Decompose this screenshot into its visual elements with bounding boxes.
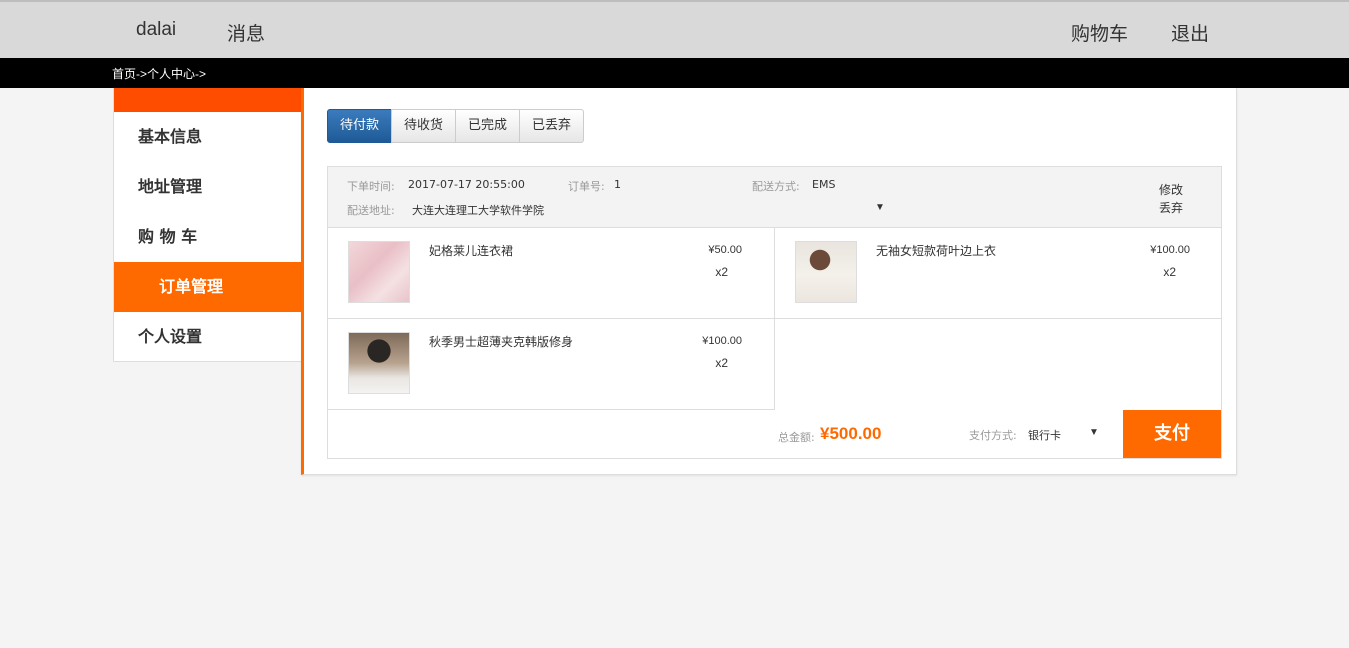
product-quantity: x2: [715, 356, 728, 370]
order-status-tabs: 待付款 待收货 已完成 已丢弃: [327, 109, 585, 143]
messages-link[interactable]: 消息: [227, 19, 265, 46]
shipping-address-value[interactable]: 大连大连理工大学软件学院: [412, 202, 544, 218]
payment-method-label: 支付方式:: [969, 429, 1017, 442]
product-name[interactable]: 无袖女短款荷叶边上衣: [876, 242, 996, 259]
breadcrumb-bar: 首页->个人中心->: [0, 58, 1349, 88]
order-panel: 待付款 待收货 已完成 已丢弃 下单时间: 2017-07-17 20:55:0…: [301, 88, 1237, 475]
order-card: 下单时间: 2017-07-17 20:55:00 订单号: 1 配送方式: E…: [327, 166, 1222, 459]
sidebar-item-address[interactable]: 地址管理: [114, 162, 301, 212]
product-quantity: x2: [1163, 265, 1176, 279]
address-dropdown-icon[interactable]: ▼: [875, 202, 885, 213]
product-price: ¥100.00: [1150, 244, 1190, 256]
shipping-method-value: EMS: [812, 178, 836, 191]
product-price: ¥100.00: [702, 335, 742, 347]
payment-dropdown-icon[interactable]: ▼: [1089, 427, 1099, 438]
product-quantity: x2: [715, 265, 728, 279]
shipping-address-label: 配送地址:: [347, 204, 395, 217]
order-footer: 总金额: ¥500.00 支付方式: 银行卡 ▼ 支付: [328, 410, 1221, 458]
top-nav: dalai 消息 购物车 退出: [0, 0, 1349, 58]
tab-completed[interactable]: 已完成: [455, 109, 521, 143]
order-time-label: 下单时间:: [347, 180, 395, 193]
sidebar-header-strip: [114, 88, 301, 112]
order-number-label: 订单号:: [568, 180, 605, 193]
product-image[interactable]: [348, 332, 410, 394]
tab-pending-payment[interactable]: 待付款: [327, 109, 393, 143]
order-item: 秋季男士超薄夹克韩版修身 ¥100.00 x2: [328, 319, 775, 410]
sidebar-item-basic-info[interactable]: 基本信息: [114, 112, 301, 162]
sidebar-item-settings[interactable]: 个人设置: [114, 312, 301, 362]
pay-button[interactable]: 支付: [1123, 410, 1221, 458]
order-item: 无袖女短款荷叶边上衣 ¥100.00 x2: [775, 228, 1222, 319]
modify-order-link[interactable]: 修改: [1159, 181, 1183, 198]
sidebar-item-cart[interactable]: 购 物 车: [114, 212, 301, 262]
sidebar-item-orders[interactable]: 订单管理: [114, 262, 301, 312]
product-image[interactable]: [795, 241, 857, 303]
order-number-value: 1: [614, 178, 621, 191]
tab-pending-receipt[interactable]: 待收货: [391, 109, 457, 143]
product-name[interactable]: 妃格莱儿连衣裙: [429, 242, 513, 259]
cart-link[interactable]: 购物车: [1071, 19, 1128, 46]
total-amount-label: 总金额:: [778, 431, 815, 444]
discard-order-link[interactable]: 丢弃: [1159, 199, 1183, 216]
sidebar: 基本信息 地址管理 购 物 车 订单管理 个人设置: [113, 88, 302, 362]
shipping-method-label: 配送方式:: [752, 180, 800, 193]
logout-link[interactable]: 退出: [1171, 19, 1209, 46]
order-item: 妃格莱儿连衣裙 ¥50.00 x2: [328, 228, 775, 319]
product-image[interactable]: [348, 241, 410, 303]
product-price: ¥50.00: [708, 244, 742, 256]
order-header: 下单时间: 2017-07-17 20:55:00 订单号: 1 配送方式: E…: [328, 167, 1221, 228]
payment-method-select[interactable]: 银行卡: [1028, 427, 1061, 443]
breadcrumb[interactable]: 首页->个人中心->: [112, 65, 206, 82]
tab-discarded[interactable]: 已丢弃: [519, 109, 585, 143]
total-amount-value: ¥500.00: [820, 424, 882, 443]
product-name[interactable]: 秋季男士超薄夹克韩版修身: [429, 333, 573, 350]
order-time-value: 2017-07-17 20:55:00: [408, 178, 525, 191]
username-link[interactable]: dalai: [136, 19, 176, 41]
